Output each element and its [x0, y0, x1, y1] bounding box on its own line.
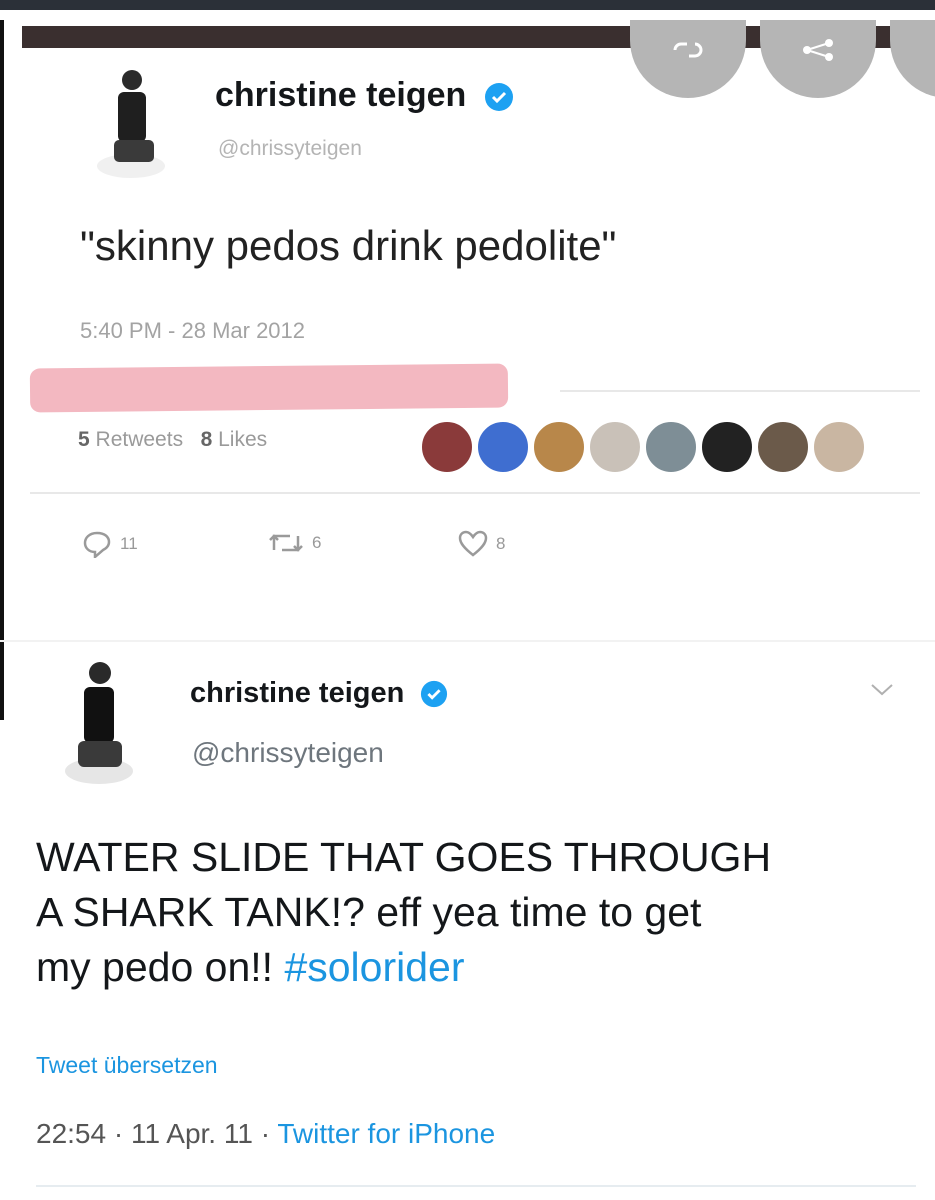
left-edge: [0, 20, 4, 720]
display-name[interactable]: christine teigen: [190, 677, 448, 710]
display-name[interactable]: christine teigen: [215, 76, 514, 115]
retweet-action[interactable]: 6: [268, 530, 321, 556]
handle[interactable]: @chrissyteigen: [218, 137, 362, 161]
timestamp[interactable]: 5:40 PM - 28 Mar 2012: [80, 318, 305, 344]
redaction-highlight: [29, 363, 509, 413]
liker-avatars[interactable]: [420, 418, 935, 474]
tweet-date[interactable]: 11 Apr. 11: [131, 1118, 253, 1149]
more-button[interactable]: [890, 20, 935, 98]
liker-avatar[interactable]: [756, 420, 810, 474]
top-strip: [0, 0, 935, 10]
avatar[interactable]: [64, 655, 134, 785]
like-icon: [458, 530, 488, 557]
liker-avatar[interactable]: [644, 420, 698, 474]
liker-avatar[interactable]: [476, 420, 530, 474]
share-icon: [803, 38, 833, 61]
liker-avatar[interactable]: [532, 420, 586, 474]
verified-badge-icon: [484, 83, 513, 112]
chevron-down-icon[interactable]: [868, 680, 896, 698]
liker-avatar[interactable]: [700, 420, 754, 474]
engagement-stats[interactable]: 5 Retweets 8 Likes: [78, 428, 267, 452]
verified-badge-icon: [421, 681, 448, 708]
hashtag-link[interactable]: #solorider: [284, 944, 464, 990]
like-action[interactable]: 8: [458, 530, 505, 558]
retweet-icon: [269, 534, 303, 552]
avatar[interactable]: [96, 62, 166, 178]
source-link[interactable]: Twitter for iPhone: [277, 1118, 495, 1149]
separator: [560, 390, 920, 392]
separator: [36, 1185, 916, 1187]
divider: [0, 640, 935, 642]
liker-avatar[interactable]: [420, 420, 474, 474]
link-icon: [673, 42, 703, 58]
separator: [30, 492, 920, 494]
liker-avatar[interactable]: [588, 420, 642, 474]
share-button[interactable]: [760, 20, 876, 98]
tweet-text: WATER SLIDE THAT GOES THROUGH A SHARK TA…: [36, 834, 772, 990]
tweet-meta: 22:54 · 11 Apr. 11 · Twitter for iPhone: [36, 1118, 496, 1149]
translate-link[interactable]: Tweet übersetzen: [36, 1052, 218, 1079]
tweet-time[interactable]: 22:54: [36, 1118, 106, 1149]
handle[interactable]: @chrissyteigen: [192, 737, 384, 769]
link-button[interactable]: [630, 20, 746, 98]
liker-avatar[interactable]: [812, 420, 866, 474]
reply-icon: [83, 531, 111, 558]
reply-action[interactable]: 11: [82, 530, 138, 558]
tweet-text: "skinny pedos drink pedolite": [80, 222, 617, 269]
